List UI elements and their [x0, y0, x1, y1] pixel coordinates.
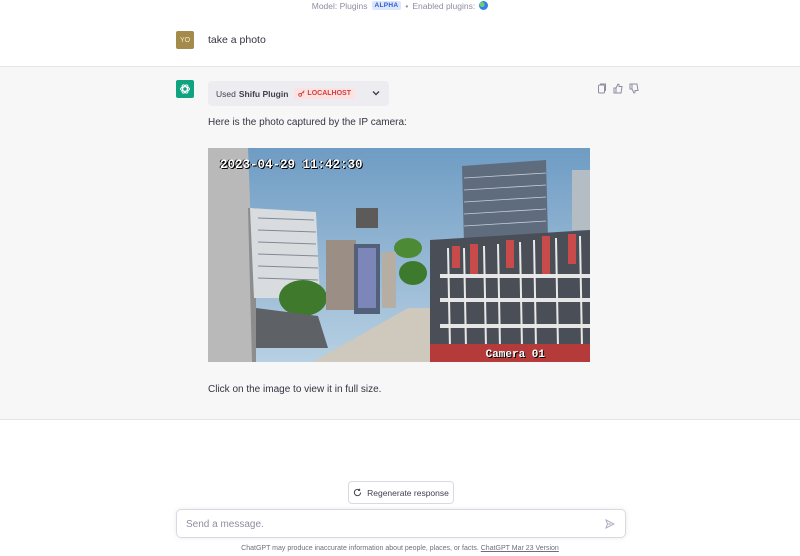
camera-photo[interactable]: 2023-04-29 11:42:30 Camera 01 — [208, 148, 590, 362]
copy-icon[interactable] — [597, 82, 607, 94]
message-composer — [176, 509, 626, 538]
message-actions — [597, 82, 639, 94]
key-icon — [298, 90, 306, 97]
globe-icon[interactable] — [479, 1, 489, 10]
localhost-label: LOCALHOST — [307, 90, 351, 97]
camera-scene — [208, 148, 590, 362]
user-message: YO take a photo — [0, 11, 800, 67]
enabled-plugins-label: Enabled plugins: — [412, 0, 476, 11]
user-avatar: YO — [176, 31, 194, 49]
send-icon[interactable] — [605, 519, 615, 529]
plugin-name: Shifu Plugin — [238, 88, 289, 99]
assistant-message: Used Shifu Plugin LOCALHOST Here is the … — [0, 67, 800, 420]
message-input[interactable] — [186, 516, 586, 532]
assistant-intro-text: Here is the photo captured by the IP cam… — [208, 117, 407, 128]
model-label: Model: Plugins — [311, 0, 368, 11]
version-link[interactable]: ChatGPT Mar 23 Version — [481, 545, 559, 552]
plugin-used-label: Used — [216, 88, 236, 99]
thumbs-up-icon[interactable] — [613, 82, 623, 94]
regenerate-response-button[interactable]: Regenerate response — [348, 481, 454, 504]
footer-text: ChatGPT may produce inaccurate informati… — [241, 545, 479, 552]
refresh-icon — [353, 488, 362, 497]
footer-disclaimer: ChatGPT may produce inaccurate informati… — [0, 545, 800, 552]
alpha-badge: ALPHA — [371, 1, 402, 10]
regenerate-label: Regenerate response — [367, 487, 449, 498]
separator: • — [405, 0, 409, 11]
chatgpt-logo-icon — [176, 80, 194, 98]
localhost-badge: LOCALHOST — [294, 88, 355, 99]
camera-timestamp: 2023-04-29 11:42:30 — [220, 158, 363, 172]
camera-label: Camera 01 — [485, 349, 545, 361]
model-header: Model: Plugins ALPHA • Enabled plugins: — [0, 0, 800, 11]
thumbs-down-icon[interactable] — [629, 82, 639, 94]
user-message-text: take a photo — [208, 34, 266, 46]
assistant-outro-text: Click on the image to view it in full si… — [208, 384, 382, 395]
chevron-down-icon[interactable] — [371, 88, 381, 98]
plugin-usage-toggle[interactable]: Used Shifu Plugin LOCALHOST — [208, 81, 389, 106]
